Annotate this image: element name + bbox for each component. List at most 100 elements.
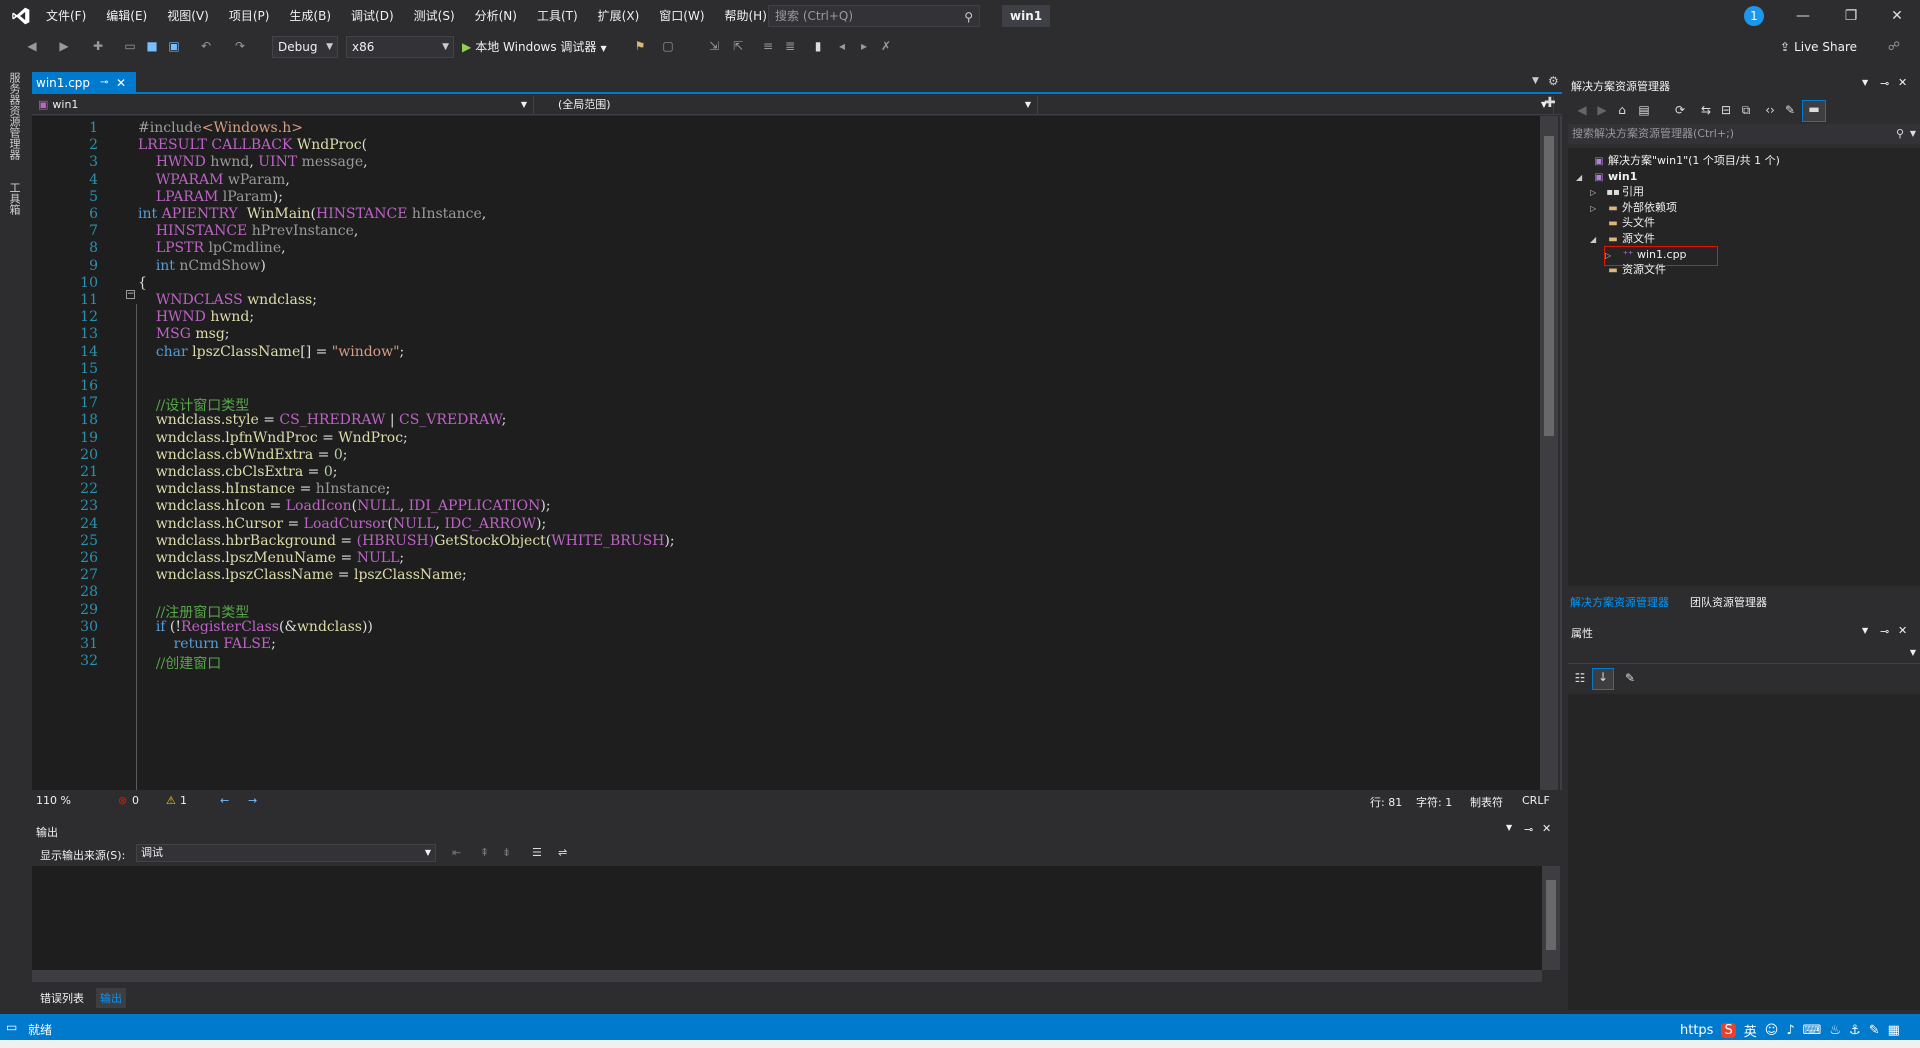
code-line[interactable]: HWND hwnd, UINT message,: [138, 154, 368, 170]
collapse-icon[interactable]: −: [126, 290, 135, 299]
ime-language[interactable]: 英: [1744, 1021, 1757, 1040]
process-icon[interactable]: ⚑: [632, 38, 648, 54]
tab-solution-explorer[interactable]: 解决方案资源管理器: [1570, 594, 1669, 610]
code-line[interactable]: wndclass.style = CS_HREDRAW | CS_VREDRAW…: [138, 412, 507, 428]
properties-wrench-icon[interactable]: ✎: [1782, 102, 1798, 118]
file-scope-select[interactable]: ▣ win1 ▼: [32, 96, 534, 114]
view-code-icon[interactable]: ‹›: [1762, 102, 1778, 118]
switch-views-icon[interactable]: ▤: [1636, 102, 1652, 118]
tab-team-explorer[interactable]: 团队资源管理器: [1690, 594, 1767, 610]
pin-icon[interactable]: ⊸: [100, 72, 108, 94]
error-count[interactable]: 0: [132, 794, 139, 807]
code-line[interactable]: //创建窗口: [138, 653, 221, 673]
code-line[interactable]: #include<Windows.h>: [138, 120, 303, 136]
code-line[interactable]: LPARAM lParam);: [138, 189, 283, 205]
shirt-icon[interactable]: ⚓: [1849, 1023, 1861, 1038]
code-line[interactable]: wndclass.lpszMenuName = NULL;: [138, 550, 404, 566]
output-vertical-scrollbar[interactable]: [1542, 866, 1560, 970]
minimize-icon[interactable]: —: [1780, 0, 1826, 32]
arrow-left-icon[interactable]: ←: [220, 794, 229, 807]
back-icon[interactable]: ◀: [24, 38, 40, 54]
code-line[interactable]: WPARAM wParam,: [138, 172, 290, 188]
step-over-icon[interactable]: ⇱: [730, 38, 746, 54]
arrow-right-icon[interactable]: →: [248, 794, 257, 807]
outdent-icon[interactable]: ≣: [782, 38, 798, 54]
expand-arrow-icon[interactable]: ◢: [1576, 169, 1590, 187]
output-horizontal-scrollbar[interactable]: [32, 970, 1542, 982]
code-line[interactable]: wndclass.cbClsExtra = 0;: [138, 464, 338, 480]
next-message-icon[interactable]: ⇟: [502, 846, 511, 859]
code-line[interactable]: LPSTR lpCmdline,: [138, 240, 286, 256]
zoom-select[interactable]: 110 %: [36, 794, 71, 807]
code-line[interactable]: {: [138, 275, 147, 291]
code-line[interactable]: return FALSE;: [138, 636, 276, 652]
skin-icon[interactable]: ♨: [1829, 1023, 1841, 1038]
word-wrap-icon[interactable]: ⇌: [558, 846, 567, 859]
properties-object-select[interactable]: ▼: [1568, 644, 1920, 664]
menu-debug[interactable]: 调试(D): [341, 0, 404, 32]
pin-icon[interactable]: ⊸: [1880, 77, 1889, 90]
sync-icon[interactable]: ⇆: [1698, 102, 1714, 118]
solution-search-input[interactable]: 搜索解决方案资源管理器(Ctrl+;) ⚲ ▼: [1568, 124, 1920, 144]
emoji-icon[interactable]: ☺: [1765, 1023, 1779, 1038]
close-icon[interactable]: ✕: [1898, 624, 1907, 637]
chevron-down-icon[interactable]: ▼: [1506, 823, 1512, 832]
menu-tools[interactable]: 工具(T): [527, 0, 588, 32]
toolbox-tab[interactable]: 工具箱: [6, 182, 22, 215]
redo-icon[interactable]: ↷: [232, 38, 248, 54]
configuration-select[interactable]: Debug ▼: [272, 36, 338, 58]
warning-count[interactable]: 1: [180, 794, 187, 807]
code-line[interactable]: wndclass.cbWndExtra = 0;: [138, 447, 348, 463]
live-share-button[interactable]: ⇪ Live Share: [1780, 36, 1857, 58]
code-line[interactable]: WNDCLASS wndclass;: [138, 292, 317, 308]
sogou-input-icon[interactable]: S: [1721, 1022, 1736, 1038]
back-icon[interactable]: ◀: [1574, 102, 1590, 118]
pending-changes-icon[interactable]: ⟳: [1672, 102, 1688, 118]
menu-analyze[interactable]: 分析(N): [465, 0, 527, 32]
undo-icon[interactable]: ↶: [198, 38, 214, 54]
tab-error-list[interactable]: 错误列表: [36, 990, 88, 1006]
menu-file[interactable]: 文件(F): [36, 0, 96, 32]
tools-icon[interactable]: ✎: [1869, 1023, 1880, 1038]
split-view-icon[interactable]: ✚: [1544, 95, 1556, 111]
new-project-icon[interactable]: ✚: [90, 38, 106, 54]
chevron-down-icon[interactable]: ▼: [1910, 124, 1916, 144]
save-icon[interactable]: ■: [144, 38, 160, 54]
menu-view[interactable]: 视图(V): [157, 0, 219, 32]
close-window-icon[interactable]: ✕: [1874, 0, 1920, 32]
menu-project[interactable]: 项目(P): [219, 0, 280, 32]
code-line[interactable]: wndclass.hbrBackground = (HBRUSH)GetStoc…: [138, 533, 675, 549]
server-explorer-tab[interactable]: 服务器资源管理器: [6, 72, 22, 160]
tree-item[interactable]: ▬ 资源文件: [1590, 261, 1666, 279]
code-line[interactable]: int nCmdShow): [138, 258, 266, 274]
screenshot-icon[interactable]: ▢: [660, 38, 676, 54]
feedback-icon[interactable]: ☍: [1886, 38, 1902, 54]
code-line[interactable]: if (!RegisterClass(&wndclass)): [138, 619, 373, 635]
grid-icon[interactable]: ▦: [1888, 1023, 1900, 1038]
menu-build[interactable]: 生成(B): [279, 0, 341, 32]
gear-icon[interactable]: ⚙: [1548, 74, 1559, 88]
scrollbar-thumb[interactable]: [1546, 880, 1556, 950]
tab-win1-cpp[interactable]: win1.cpp ⊸ ✕: [32, 72, 136, 94]
scrollbar-thumb[interactable]: [1544, 136, 1554, 436]
code-line[interactable]: wndclass.hCursor = LoadCursor(NULL, IDC_…: [138, 516, 546, 532]
code-line[interactable]: wndclass.hIcon = LoadIcon(NULL, IDI_APPL…: [138, 498, 551, 514]
code-line[interactable]: wndclass.hInstance = hInstance;: [138, 481, 391, 497]
output-text-area[interactable]: [32, 866, 1542, 970]
bookmark-icon[interactable]: ▮: [810, 38, 826, 54]
tab-list-dropdown-icon[interactable]: ▼: [1532, 76, 1539, 86]
show-all-files-icon[interactable]: ⧉: [1738, 102, 1754, 118]
code-line[interactable]: int APIENTRY WinMain(HINSTANCE hInstance…: [138, 206, 486, 222]
alphabetical-icon[interactable]: ↓: [1592, 668, 1614, 690]
code-line[interactable]: wndclass.lpfnWndProc = WndProc;: [138, 430, 408, 446]
code-line[interactable]: LRESULT CALLBACK WndProc(: [138, 137, 367, 153]
menu-test[interactable]: 测试(S): [404, 0, 465, 32]
code-editor[interactable]: 1 2 3 4 5 6 7 8 9 10 11 12 13 14 15 16 17 18 19 20 21 22 23 24 2…: [32, 116, 1542, 790]
property-pages-icon[interactable]: ✎: [1622, 670, 1638, 686]
code-line[interactable]: wndclass.lpszClassName = lpszClassName;: [138, 567, 467, 583]
menu-extensions[interactable]: 扩展(X): [588, 0, 650, 32]
forward-icon[interactable]: ▶: [56, 38, 72, 54]
platform-select[interactable]: x86 ▼: [346, 36, 454, 58]
save-all-icon[interactable]: ▣: [166, 38, 182, 54]
search-input[interactable]: 搜索 (Ctrl+Q) ⚲: [768, 5, 980, 27]
